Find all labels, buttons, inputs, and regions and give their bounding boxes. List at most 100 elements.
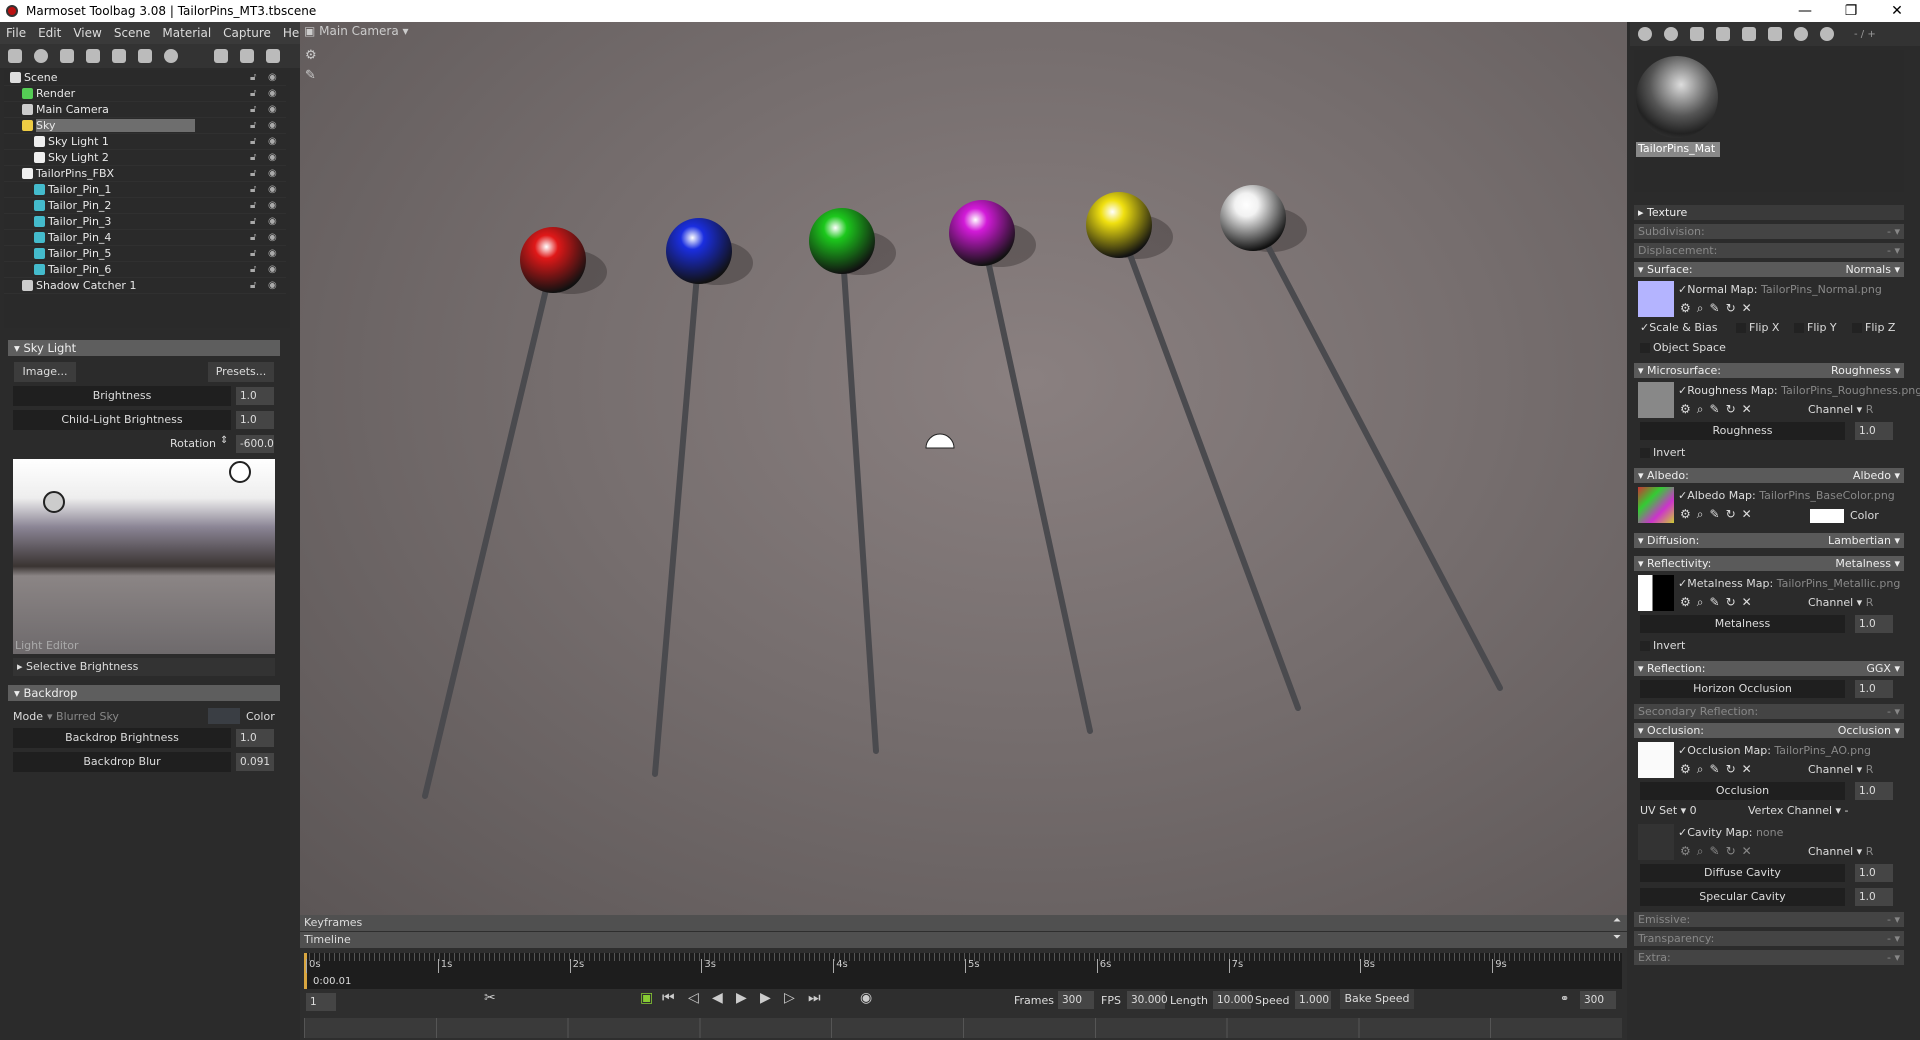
presets-button[interactable]: Presets... xyxy=(208,362,274,382)
diffusion-mode-dropdown[interactable]: Lambertian ▾ xyxy=(1828,533,1900,548)
lock-icon[interactable]: 🔓︎ xyxy=(250,200,256,211)
extra-mode-dropdown[interactable]: - ▾ xyxy=(1887,950,1900,965)
reload-icon[interactable]: ↻ xyxy=(1726,595,1742,609)
texture-section-header[interactable]: ▸ Texture xyxy=(1634,205,1904,220)
lock-icon[interactable]: 🔓︎ xyxy=(250,264,256,275)
add-camera-icon[interactable] xyxy=(60,49,74,63)
pin-needle[interactable] xyxy=(422,257,556,799)
pin-head[interactable] xyxy=(666,218,732,284)
visibility-eye-icon[interactable]: ◉ xyxy=(268,232,277,243)
frame-input[interactable]: 1 xyxy=(306,993,336,1011)
lock-icon[interactable]: 🔓︎ xyxy=(250,152,256,163)
scene-tree-item[interactable]: Sky Light 2 🔓︎ ◉ xyxy=(4,150,286,166)
specular-cavity-slider[interactable]: Specular Cavity xyxy=(1640,888,1845,906)
microsurface-mode-dropdown[interactable]: Roughness ▾ xyxy=(1831,363,1900,378)
visibility-eye-icon[interactable]: ◉ xyxy=(268,248,277,259)
scene-tree-item[interactable]: Shadow Catcher 1 🔓︎ ◉ xyxy=(4,278,286,294)
pin-head[interactable] xyxy=(949,200,1015,266)
material-thumbnail[interactable] xyxy=(1636,56,1718,138)
pin-head[interactable] xyxy=(1220,185,1286,251)
transparency-mode-dropdown[interactable]: - ▾ xyxy=(1887,931,1900,946)
reload-icon[interactable]: ↻ xyxy=(1726,301,1742,315)
add-light-icon[interactable] xyxy=(34,49,48,63)
lock-icon[interactable]: 🔓︎ xyxy=(250,280,256,291)
scene-tree-item[interactable]: Tailor_Pin_4 🔓︎ ◉ xyxy=(4,230,286,246)
scene-tree-item[interactable]: Sky 🔓︎ ◉ xyxy=(4,118,286,134)
settings-gear-icon[interactable]: ⚙ xyxy=(1680,595,1697,609)
trash-icon[interactable] xyxy=(1742,27,1756,41)
albedo-map-file[interactable]: TailorPins_BaseColor.png xyxy=(1759,489,1895,502)
pencil-icon[interactable]: ✎ xyxy=(1710,402,1726,416)
metalness-map-file[interactable]: TailorPins_Metallic.png xyxy=(1777,577,1901,590)
settings-gear-icon[interactable]: ⚙ xyxy=(1680,507,1697,521)
play-icon[interactable]: ▶ xyxy=(736,990,747,1006)
minimize-button[interactable]: — xyxy=(1782,0,1828,22)
sky-light-header[interactable]: ▾ Sky Light xyxy=(8,340,280,356)
diffusion-section-header[interactable]: ▾ Diffusion: Lambertian ▾ xyxy=(1634,533,1904,548)
scene-tree-item[interactable]: Tailor_Pin_3 🔓︎ ◉ xyxy=(4,214,286,230)
collapse-icon[interactable]: ⏷ xyxy=(1613,932,1621,943)
loop-icon[interactable]: ▣ xyxy=(640,990,653,1006)
settings-gear-icon[interactable]: ⚙ xyxy=(1680,402,1697,416)
pencil-icon[interactable]: ✎ xyxy=(1710,507,1726,521)
roughness-invert-checkbox[interactable]: Invert xyxy=(1640,446,1685,459)
scene-tree-item[interactable]: Sky Light 1 🔓︎ ◉ xyxy=(4,134,286,150)
new-material-icon[interactable] xyxy=(1638,27,1652,41)
reflectivity-mode-dropdown[interactable]: Metalness ▾ xyxy=(1835,556,1900,571)
diffuse-cavity-value[interactable]: 1.0 xyxy=(1855,864,1893,882)
pin-needle[interactable] xyxy=(979,230,1093,734)
displacement-section-header[interactable]: Displacement: - ▾ xyxy=(1634,243,1904,258)
lock-icon[interactable]: 🔓︎ xyxy=(250,232,256,243)
settings-gear-icon[interactable]: ⚙ xyxy=(1680,844,1697,858)
menu-file[interactable]: File xyxy=(0,26,32,40)
checker-icon[interactable] xyxy=(1690,27,1704,41)
scene-tree-item[interactable]: Render 🔓︎ ◉ xyxy=(4,86,286,102)
albedo-color-swatch[interactable] xyxy=(1810,509,1844,523)
light-handle-1[interactable] xyxy=(43,491,65,513)
visibility-eye-icon[interactable]: ◉ xyxy=(268,120,277,131)
reflection-section-header[interactable]: ▾ Reflection: GGX ▾ xyxy=(1634,661,1904,676)
vertex-channel-dropdown[interactable]: Vertex Channel ▾ - xyxy=(1748,804,1849,817)
settings-gear-icon[interactable]: ⚙ xyxy=(1680,762,1697,776)
visibility-eye-icon[interactable]: ◉ xyxy=(268,72,277,83)
next-key-icon[interactable]: ▷ xyxy=(784,990,795,1006)
menu-scene[interactable]: Scene xyxy=(108,26,157,40)
timeline-ruler[interactable] xyxy=(304,953,1622,989)
cavity-map-file[interactable]: none xyxy=(1756,826,1783,839)
scene-tree-item[interactable]: Tailor_Pin_5 🔓︎ ◉ xyxy=(4,246,286,262)
occlusion-map-file[interactable]: TailorPins_AO.png xyxy=(1774,744,1871,757)
pin-needle[interactable] xyxy=(1116,222,1301,711)
metalness-invert-checkbox[interactable]: Invert xyxy=(1640,639,1685,652)
brightness-slider[interactable]: Brightness xyxy=(13,386,231,406)
pencil-icon[interactable]: ✎ xyxy=(1710,762,1726,776)
brightness-value[interactable]: 1.0 xyxy=(236,387,274,405)
rotation-value[interactable]: -600.0 xyxy=(236,435,274,453)
step-forward-icon[interactable]: ▶ xyxy=(760,990,771,1006)
albedo-map-thumbnail[interactable] xyxy=(1638,487,1674,523)
maximize-button[interactable]: ❐ xyxy=(1828,0,1874,22)
backdrop-color-swatch[interactable] xyxy=(208,708,240,724)
backdrop-header[interactable]: ▾ Backdrop xyxy=(8,685,280,701)
search-icon[interactable]: ⌕ xyxy=(1697,301,1710,315)
uv-set-dropdown[interactable]: UV Set ▾ 0 xyxy=(1640,804,1697,817)
backdrop-blur-value[interactable]: 0.091 xyxy=(236,753,274,771)
surface-section-header[interactable]: ▾ Surface: Normals ▾ xyxy=(1634,262,1904,277)
occlusion-section-header[interactable]: ▾ Occlusion: Occlusion ▾ xyxy=(1634,723,1904,738)
metalness-map-thumbnail[interactable] xyxy=(1638,575,1674,611)
duplicate-icon[interactable] xyxy=(240,49,254,63)
horizon-occlusion-value[interactable]: 1.0 xyxy=(1855,680,1893,698)
flip-x-checkbox[interactable]: Flip X xyxy=(1736,321,1779,334)
pin-needle[interactable] xyxy=(652,248,702,777)
flip-y-checkbox[interactable]: Flip Y xyxy=(1794,321,1837,334)
camera-selector[interactable]: ▣ Main Camera ▾ xyxy=(304,24,409,38)
scene-tree-item[interactable]: TailorPins_FBX 🔓︎ ◉ xyxy=(4,166,286,182)
end-frame-input[interactable]: 300 xyxy=(1580,991,1616,1009)
surface-mode-dropdown[interactable]: Normals ▾ xyxy=(1845,262,1900,277)
pin-needle[interactable] xyxy=(839,238,879,754)
lock-icon[interactable]: 🔓︎ xyxy=(250,104,256,115)
diffuse-cavity-slider[interactable]: Diffuse Cavity xyxy=(1640,864,1845,882)
occlusion-mode-dropdown[interactable]: Occlusion ▾ xyxy=(1838,723,1900,738)
child-light-brightness-value[interactable]: 1.0 xyxy=(236,411,274,429)
skip-start-icon[interactable]: ⏮ xyxy=(662,990,675,1006)
prev-key-icon[interactable]: ◁ xyxy=(688,990,699,1006)
